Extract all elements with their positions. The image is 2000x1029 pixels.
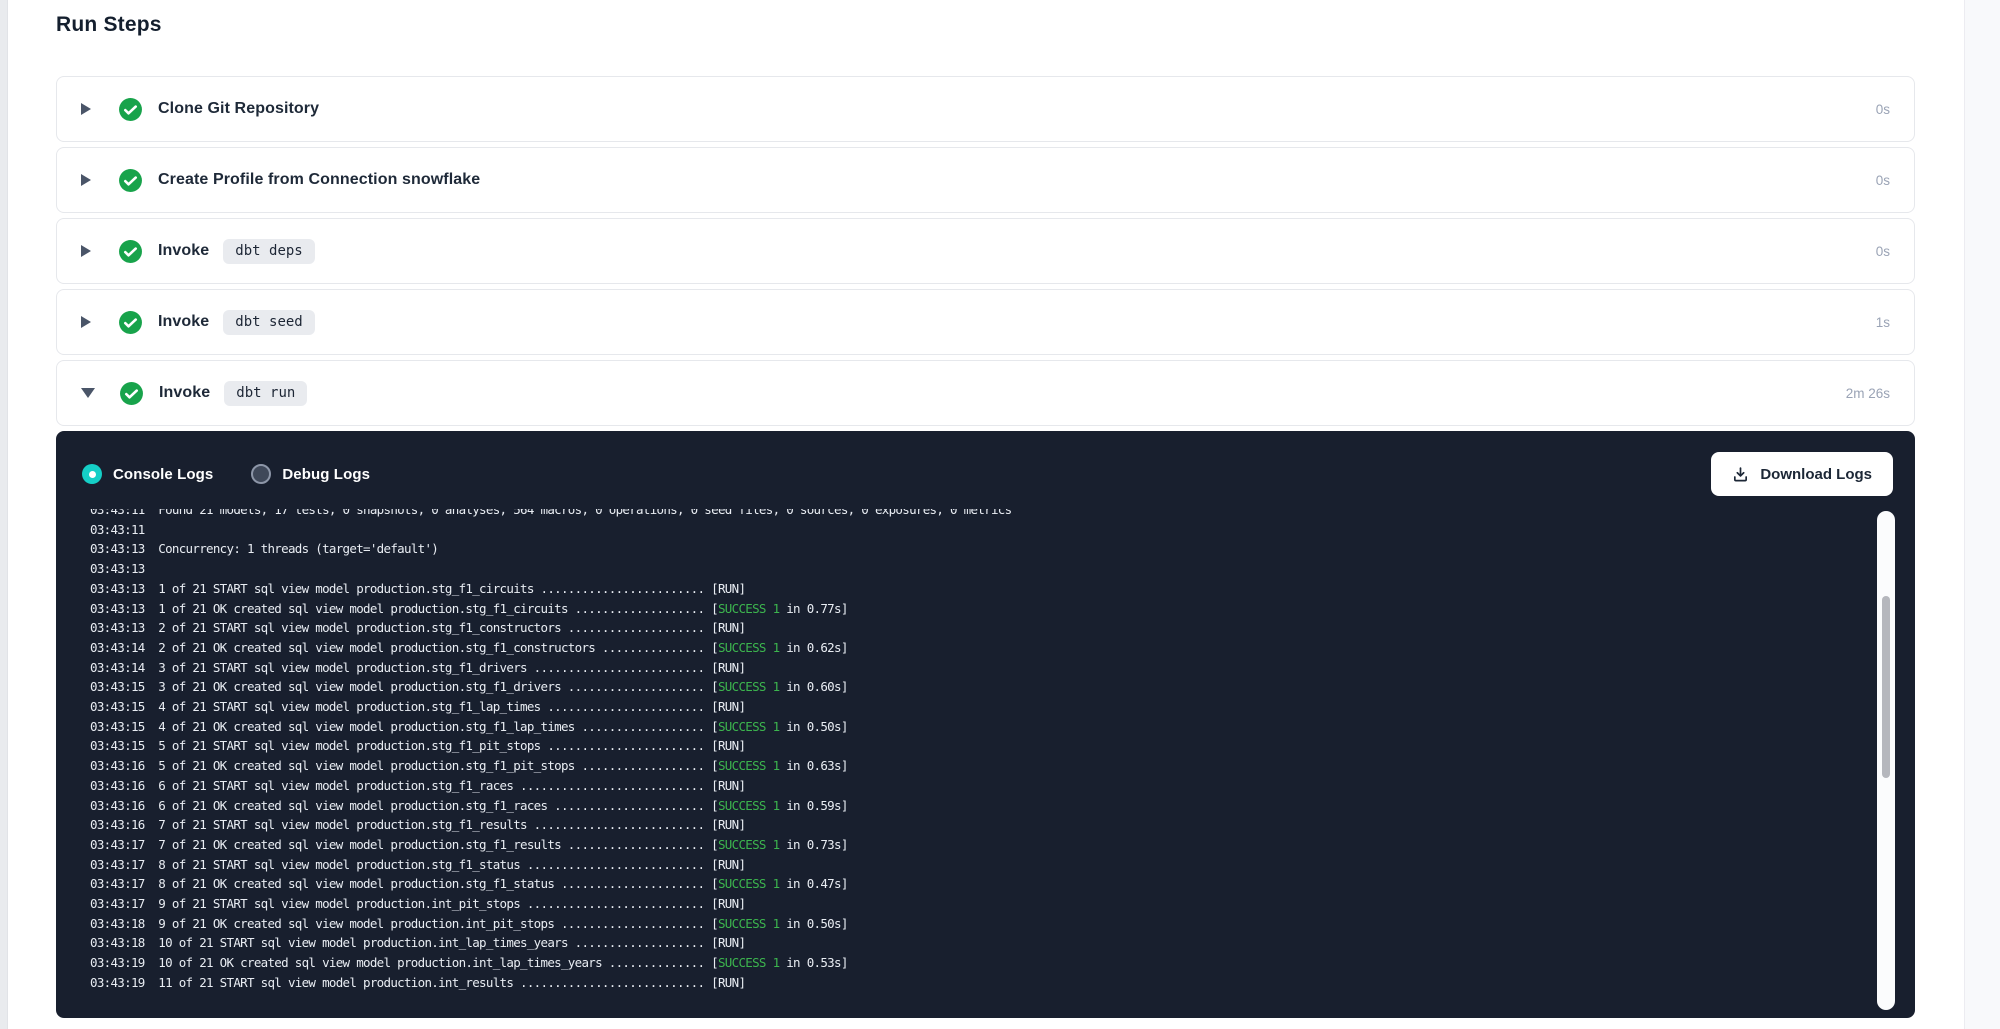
step-row[interactable]: Invoke dbt seed 1s	[56, 289, 1915, 355]
log-line: 03:43:16 6 of 21 START sql view model pr…	[90, 776, 1845, 796]
step-label: Invoke	[159, 384, 210, 402]
radio-icon[interactable]	[82, 464, 102, 484]
log-type-option[interactable]: Debug Logs	[251, 464, 370, 484]
log-success-tag: SUCCESS 1	[718, 679, 779, 694]
log-line: 03:43:11	[90, 520, 1845, 540]
step-duration: 2m 26s	[1846, 386, 1890, 401]
expand-caret-icon[interactable]	[81, 103, 91, 115]
log-line: 03:43:17 9 of 21 START sql view model pr…	[90, 894, 1845, 914]
log-success-tag: SUCCESS 1	[718, 719, 779, 734]
step-success-check-icon	[118, 168, 143, 193]
log-line: 03:43:18 10 of 21 START sql view model p…	[90, 933, 1845, 953]
log-line: 03:43:17 8 of 21 START sql view model pr…	[90, 855, 1845, 875]
step-row[interactable]: Invoke dbt run 2m 26s	[56, 360, 1915, 426]
step-label: Invoke	[158, 242, 209, 260]
log-line: 03:43:14 2 of 21 OK created sql view mod…	[90, 638, 1845, 658]
step-row[interactable]: Clone Git Repository 0s	[56, 76, 1915, 142]
expand-caret-icon[interactable]	[81, 388, 95, 398]
log-line: 03:43:18 9 of 21 OK created sql view mod…	[90, 914, 1845, 934]
step-label: Invoke	[158, 313, 209, 331]
log-line: 03:43:13 Concurrency: 1 threads (target=…	[90, 539, 1845, 559]
log-line: 03:43:17 8 of 21 OK created sql view mod…	[90, 874, 1845, 894]
log-line: 03:43:16 7 of 21 START sql view model pr…	[90, 815, 1845, 835]
download-logs-button[interactable]: Download Logs	[1711, 452, 1893, 496]
expand-caret-icon[interactable]	[81, 174, 91, 186]
run-steps-panel: Run Steps Clone Git Repository 0s Create…	[56, 0, 1915, 1018]
step-row[interactable]: Invoke dbt deps 0s	[56, 218, 1915, 284]
step-command-badge: dbt run	[224, 381, 307, 406]
log-success-tag: SUCCESS 1	[718, 640, 779, 655]
log-success-tag: SUCCESS 1	[718, 798, 779, 813]
log-line: 03:43:14 3 of 21 START sql view model pr…	[90, 658, 1845, 678]
log-type-option[interactable]: Console Logs	[82, 464, 213, 484]
console-scrollbar-thumb[interactable]	[1882, 596, 1890, 778]
page-title: Run Steps	[56, 11, 1915, 39]
step-label: Create Profile from Connection snowflake	[158, 171, 480, 189]
log-line: 03:43:13	[90, 559, 1845, 579]
log-line: 03:43:16 6 of 21 OK created sql view mod…	[90, 796, 1845, 816]
log-success-tag: SUCCESS 1	[718, 601, 779, 616]
console-log-output[interactable]: 03:43:11 Found 21 models, 17 tests, 0 sn…	[56, 509, 1915, 1010]
steps-list: Clone Git Repository 0s Create Profile f…	[56, 76, 1915, 426]
step-success-check-icon	[119, 381, 144, 406]
page-right-gutter	[1964, 0, 2000, 1029]
step-row[interactable]: Create Profile from Connection snowflake…	[56, 147, 1915, 213]
step-success-check-icon	[118, 97, 143, 122]
page-left-gutter	[0, 0, 8, 1029]
step-success-check-icon	[118, 239, 143, 264]
log-success-tag: SUCCESS 1	[718, 837, 779, 852]
log-line: 03:43:11 Found 21 models, 17 tests, 0 sn…	[90, 509, 1845, 520]
log-line: 03:43:19 11 of 21 START sql view model p…	[90, 973, 1845, 993]
step-command-badge: dbt deps	[223, 239, 314, 264]
log-line: 03:43:13 1 of 21 START sql view model pr…	[90, 579, 1845, 599]
log-success-tag: SUCCESS 1	[718, 758, 779, 773]
log-line: 03:43:19 10 of 21 OK created sql view mo…	[90, 953, 1845, 973]
step-success-check-icon	[118, 310, 143, 335]
expand-caret-icon[interactable]	[81, 245, 91, 257]
log-type-option-label: Debug Logs	[282, 466, 370, 483]
log-line: 03:43:15 4 of 21 OK created sql view mod…	[90, 717, 1845, 737]
step-duration: 0s	[1876, 173, 1890, 188]
log-success-tag: SUCCESS 1	[718, 916, 779, 931]
log-success-tag: SUCCESS 1	[718, 876, 779, 891]
step-command-badge: dbt seed	[223, 310, 314, 335]
log-line: 03:43:16 5 of 21 OK created sql view mod…	[90, 756, 1845, 776]
console-toolbar: Console Logs Debug Logs Download Logs	[56, 431, 1915, 509]
download-icon	[1732, 466, 1749, 483]
log-line: 03:43:15 3 of 21 OK created sql view mod…	[90, 677, 1845, 697]
log-line: 03:43:17 7 of 21 OK created sql view mod…	[90, 835, 1845, 855]
log-success-tag: SUCCESS 1	[718, 955, 779, 970]
console-scrollbar[interactable]	[1877, 511, 1895, 1010]
log-line: 03:43:15 4 of 21 START sql view model pr…	[90, 697, 1845, 717]
radio-icon[interactable]	[251, 464, 271, 484]
step-duration: 0s	[1876, 102, 1890, 117]
console-panel: Console Logs Debug Logs Download Logs 03…	[56, 431, 1915, 1018]
step-duration: 0s	[1876, 244, 1890, 259]
log-line: 03:43:13 2 of 21 START sql view model pr…	[90, 618, 1845, 638]
log-type-option-label: Console Logs	[113, 466, 213, 483]
log-line: 03:43:15 5 of 21 START sql view model pr…	[90, 736, 1845, 756]
step-label: Clone Git Repository	[158, 100, 319, 118]
expand-caret-icon[interactable]	[81, 316, 91, 328]
download-logs-label: Download Logs	[1760, 466, 1872, 483]
log-type-radio-group: Console Logs Debug Logs	[82, 464, 408, 484]
step-duration: 1s	[1876, 315, 1890, 330]
log-line: 03:43:13 1 of 21 OK created sql view mod…	[90, 599, 1845, 619]
